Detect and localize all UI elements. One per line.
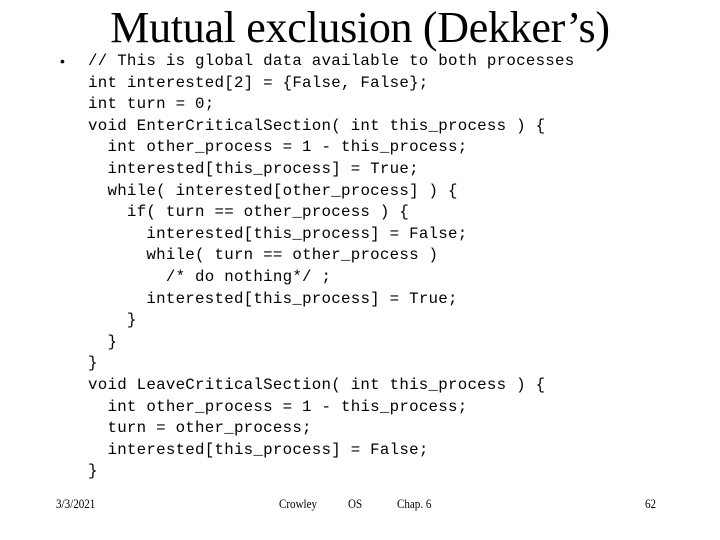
code-line: } bbox=[88, 461, 574, 483]
code-text: // This is global data available to both… bbox=[88, 52, 575, 70]
code-line: int other_process = 1 - this_process; bbox=[88, 397, 574, 419]
code-line: // This is global data available to both… bbox=[88, 51, 574, 73]
code-text: } bbox=[107, 332, 118, 351]
code-text: void EnterCriticalSection( int this_proc… bbox=[88, 116, 546, 135]
footer-author: Crowley bbox=[279, 496, 318, 511]
code-text: int other_process = 1 - this_process; bbox=[107, 138, 468, 157]
code-line: int other_process = 1 - this_process; bbox=[88, 137, 574, 159]
code-text: /* do nothing*/ ; bbox=[165, 267, 332, 286]
code-text: } bbox=[126, 311, 137, 330]
code-line: /* do nothing*/ ; bbox=[88, 267, 574, 289]
code-line: int interested[2] = {False, False}; bbox=[88, 73, 574, 95]
code-line: } bbox=[88, 332, 574, 354]
code-text: interested[this_process] = True; bbox=[146, 289, 458, 308]
bullet-icon: • bbox=[60, 53, 65, 69]
footer-course: OS bbox=[348, 496, 363, 511]
footer-page-number: 62 bbox=[645, 496, 657, 511]
code-line: void EnterCriticalSection( int this_proc… bbox=[88, 116, 574, 138]
code-text: if( turn == other_process ) { bbox=[126, 203, 410, 222]
code-text: int other_process = 1 - this_process; bbox=[107, 397, 468, 416]
code-line: interested[this_process] = False; bbox=[88, 224, 574, 246]
code-line: interested[this_process] = False; bbox=[88, 440, 574, 462]
code-text: int interested[2] = {False, False}; bbox=[88, 73, 429, 92]
code-text: int turn = 0; bbox=[88, 95, 215, 114]
code-line: int turn = 0; bbox=[88, 94, 574, 116]
code-line: interested[this_process] = True; bbox=[88, 159, 574, 181]
code-line: turn = other_process; bbox=[88, 418, 574, 440]
code-line: } bbox=[88, 353, 574, 375]
code-line: } bbox=[88, 310, 574, 332]
code-text: interested[this_process] = False; bbox=[146, 224, 468, 243]
code-line: void LeaveCriticalSection( int this_proc… bbox=[88, 375, 574, 397]
code-line: while( turn == other_process ) bbox=[88, 245, 574, 267]
code-text: interested[this_process] = False; bbox=[107, 440, 429, 459]
code-text: while( interested[other_process] ) { bbox=[107, 181, 458, 200]
code-text: void LeaveCriticalSection( int this_proc… bbox=[88, 375, 546, 394]
code-line: while( interested[other_process] ) { bbox=[88, 181, 574, 203]
footer-chapter: Chap. 6 bbox=[397, 496, 432, 511]
footer-date: 3/3/2021 bbox=[56, 496, 96, 511]
code-block: // This is global data available to both… bbox=[88, 51, 574, 483]
code-line: interested[this_process] = True; bbox=[88, 289, 574, 311]
slide-title: Mutual exclusion (Dekker’s) bbox=[110, 3, 610, 52]
code-text: turn = other_process; bbox=[107, 419, 312, 438]
code-line: if( turn == other_process ) { bbox=[88, 202, 574, 224]
code-text: interested[this_process] = True; bbox=[107, 159, 419, 178]
code-text: } bbox=[88, 462, 98, 481]
code-text: while( turn == other_process ) bbox=[146, 246, 439, 265]
code-text: } bbox=[88, 354, 98, 373]
